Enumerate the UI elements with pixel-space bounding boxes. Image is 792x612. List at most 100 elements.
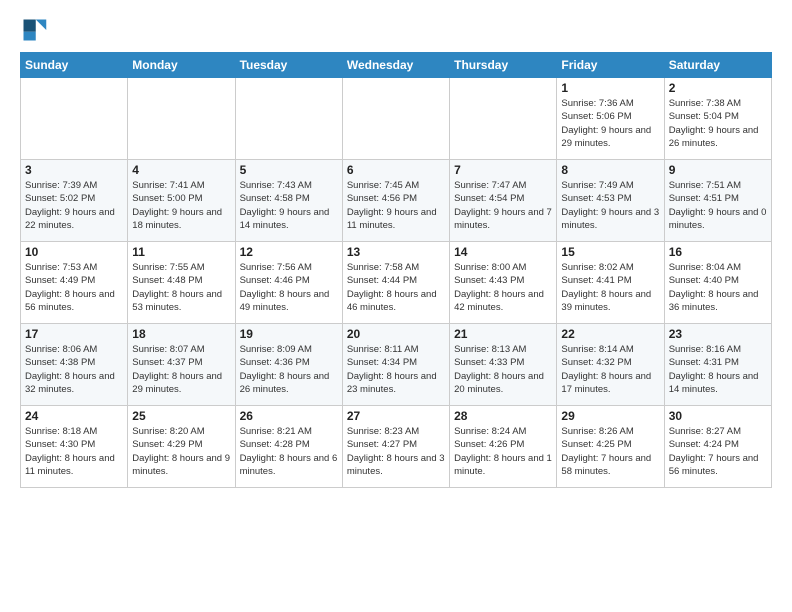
day-info: Sunrise: 8:06 AM Sunset: 4:38 PM Dayligh…: [25, 343, 123, 396]
day-info: Sunrise: 8:07 AM Sunset: 4:37 PM Dayligh…: [132, 343, 230, 396]
day-number: 25: [132, 409, 230, 423]
day-info: Sunrise: 7:55 AM Sunset: 4:48 PM Dayligh…: [132, 261, 230, 314]
day-number: 23: [669, 327, 767, 341]
calendar-week-row: 17Sunrise: 8:06 AM Sunset: 4:38 PM Dayli…: [21, 324, 772, 406]
day-info: Sunrise: 8:20 AM Sunset: 4:29 PM Dayligh…: [132, 425, 230, 478]
day-info: Sunrise: 8:00 AM Sunset: 4:43 PM Dayligh…: [454, 261, 552, 314]
day-info: Sunrise: 7:47 AM Sunset: 4:54 PM Dayligh…: [454, 179, 552, 232]
calendar-cell: 30Sunrise: 8:27 AM Sunset: 4:24 PM Dayli…: [664, 406, 771, 488]
calendar-week-row: 10 Sunrise: 7:53 AM Sunset: 4:49 PM Dayli…: [21, 242, 772, 324]
calendar-cell: 7 Sunrise: 7:47 AM Sunset: 4:54 PM Daylig…: [450, 160, 557, 242]
day-info: Sunrise: 7:58 AM Sunset: 4:44 PM Dayligh…: [347, 261, 445, 314]
calendar-week-row: 3 Sunrise: 7:39 AM Sunset: 5:02 PM Daylig…: [21, 160, 772, 242]
calendar-header-thursday: Thursday: [450, 53, 557, 78]
calendar-cell: 19 Sunrise: 8:09 AM Sunset: 4:36 PM Dayli…: [235, 324, 342, 406]
calendar-cell: 14 Sunrise: 8:00 AM Sunset: 4:43 PM Dayli…: [450, 242, 557, 324]
day-info: Sunrise: 8:16 AM Sunset: 4:31 PM Dayligh…: [669, 343, 767, 396]
calendar-cell: 27 Sunrise: 8:23 AM Sunset: 4:27 PM Dayli…: [342, 406, 449, 488]
calendar-header-wednesday: Wednesday: [342, 53, 449, 78]
calendar-cell: 28 Sunrise: 8:24 AM Sunset: 4:26 PM Dayli…: [450, 406, 557, 488]
day-number: 28: [454, 409, 552, 423]
day-number: 5: [240, 163, 338, 177]
day-info: Sunrise: 8:26 AM Sunset: 4:25 PM Dayligh…: [561, 425, 659, 478]
day-number: 26: [240, 409, 338, 423]
calendar-header-monday: Monday: [128, 53, 235, 78]
day-number: 12: [240, 245, 338, 259]
calendar-cell: 25 Sunrise: 8:20 AM Sunset: 4:29 PM Dayli…: [128, 406, 235, 488]
day-info: Sunrise: 7:43 AM Sunset: 4:58 PM Dayligh…: [240, 179, 338, 232]
day-number: 8: [561, 163, 659, 177]
day-info: Sunrise: 8:09 AM Sunset: 4:36 PM Dayligh…: [240, 343, 338, 396]
day-number: 11: [132, 245, 230, 259]
day-info: Sunrise: 8:21 AM Sunset: 4:28 PM Dayligh…: [240, 425, 338, 478]
calendar-week-row: 24 Sunrise: 8:18 AM Sunset: 4:30 PM Dayli…: [21, 406, 772, 488]
calendar-cell: 10 Sunrise: 7:53 AM Sunset: 4:49 PM Dayli…: [21, 242, 128, 324]
calendar-cell: 4 Sunrise: 7:41 AM Sunset: 5:00 PM Daylig…: [128, 160, 235, 242]
day-info: Sunrise: 7:51 AM Sunset: 4:51 PM Dayligh…: [669, 179, 767, 232]
logo: [20, 16, 52, 44]
day-number: 27: [347, 409, 445, 423]
day-number: 19: [240, 327, 338, 341]
calendar-cell: [235, 78, 342, 160]
day-info: Sunrise: 8:11 AM Sunset: 4:34 PM Dayligh…: [347, 343, 445, 396]
calendar-header-sunday: Sunday: [21, 53, 128, 78]
calendar-cell: [450, 78, 557, 160]
calendar-cell: 15 Sunrise: 8:02 AM Sunset: 4:41 PM Dayli…: [557, 242, 664, 324]
calendar-cell: 12 Sunrise: 7:56 AM Sunset: 4:46 PM Dayli…: [235, 242, 342, 324]
calendar-week-row: 1Sunrise: 7:36 AM Sunset: 5:06 PM Daylig…: [21, 78, 772, 160]
day-number: 4: [132, 163, 230, 177]
calendar-cell: [21, 78, 128, 160]
day-number: 22: [561, 327, 659, 341]
day-number: 1: [561, 81, 659, 95]
day-info: Sunrise: 7:39 AM Sunset: 5:02 PM Dayligh…: [25, 179, 123, 232]
day-number: 15: [561, 245, 659, 259]
calendar-cell: 2 Sunrise: 7:38 AM Sunset: 5:04 PM Daylig…: [664, 78, 771, 160]
day-info: Sunrise: 8:14 AM Sunset: 4:32 PM Dayligh…: [561, 343, 659, 396]
calendar-cell: 26 Sunrise: 8:21 AM Sunset: 4:28 PM Dayli…: [235, 406, 342, 488]
day-number: 2: [669, 81, 767, 95]
day-info: Sunrise: 8:04 AM Sunset: 4:40 PM Dayligh…: [669, 261, 767, 314]
day-number: 6: [347, 163, 445, 177]
calendar-table: SundayMondayTuesdayWednesdayThursdayFrid…: [20, 52, 772, 488]
day-number: 3: [25, 163, 123, 177]
calendar-cell: 22 Sunrise: 8:14 AM Sunset: 4:32 PM Dayli…: [557, 324, 664, 406]
calendar-cell: 1Sunrise: 7:36 AM Sunset: 5:06 PM Daylig…: [557, 78, 664, 160]
day-info: Sunrise: 7:56 AM Sunset: 4:46 PM Dayligh…: [240, 261, 338, 314]
calendar-cell: 9 Sunrise: 7:51 AM Sunset: 4:51 PM Daylig…: [664, 160, 771, 242]
day-number: 10: [25, 245, 123, 259]
day-number: 24: [25, 409, 123, 423]
header: [20, 16, 772, 44]
day-number: 18: [132, 327, 230, 341]
calendar-header-friday: Friday: [557, 53, 664, 78]
calendar-cell: [342, 78, 449, 160]
day-info: Sunrise: 8:24 AM Sunset: 4:26 PM Dayligh…: [454, 425, 552, 478]
calendar-cell: 11 Sunrise: 7:55 AM Sunset: 4:48 PM Dayli…: [128, 242, 235, 324]
page: SundayMondayTuesdayWednesdayThursdayFrid…: [0, 0, 792, 498]
day-info: Sunrise: 7:53 AM Sunset: 4:49 PM Dayligh…: [25, 261, 123, 314]
calendar-cell: 5 Sunrise: 7:43 AM Sunset: 4:58 PM Daylig…: [235, 160, 342, 242]
day-info: Sunrise: 8:23 AM Sunset: 4:27 PM Dayligh…: [347, 425, 445, 478]
calendar-cell: 23 Sunrise: 8:16 AM Sunset: 4:31 PM Dayli…: [664, 324, 771, 406]
day-info: Sunrise: 7:38 AM Sunset: 5:04 PM Dayligh…: [669, 97, 767, 150]
day-number: 14: [454, 245, 552, 259]
day-number: 16: [669, 245, 767, 259]
day-number: 9: [669, 163, 767, 177]
day-info: Sunrise: 8:02 AM Sunset: 4:41 PM Dayligh…: [561, 261, 659, 314]
calendar-cell: 8 Sunrise: 7:49 AM Sunset: 4:53 PM Daylig…: [557, 160, 664, 242]
day-info: Sunrise: 8:13 AM Sunset: 4:33 PM Dayligh…: [454, 343, 552, 396]
day-info: Sunrise: 7:49 AM Sunset: 4:53 PM Dayligh…: [561, 179, 659, 232]
day-number: 21: [454, 327, 552, 341]
calendar-cell: 24 Sunrise: 8:18 AM Sunset: 4:30 PM Dayli…: [21, 406, 128, 488]
calendar-header-saturday: Saturday: [664, 53, 771, 78]
calendar-cell: 20Sunrise: 8:11 AM Sunset: 4:34 PM Dayli…: [342, 324, 449, 406]
day-info: Sunrise: 7:45 AM Sunset: 4:56 PM Dayligh…: [347, 179, 445, 232]
day-number: 7: [454, 163, 552, 177]
day-info: Sunrise: 8:18 AM Sunset: 4:30 PM Dayligh…: [25, 425, 123, 478]
calendar-cell: 16 Sunrise: 8:04 AM Sunset: 4:40 PM Dayli…: [664, 242, 771, 324]
calendar-cell: 17Sunrise: 8:06 AM Sunset: 4:38 PM Dayli…: [21, 324, 128, 406]
day-number: 30: [669, 409, 767, 423]
day-info: Sunrise: 7:41 AM Sunset: 5:00 PM Dayligh…: [132, 179, 230, 232]
calendar-cell: 13Sunrise: 7:58 AM Sunset: 4:44 PM Dayli…: [342, 242, 449, 324]
calendar-cell: 18 Sunrise: 8:07 AM Sunset: 4:37 PM Dayli…: [128, 324, 235, 406]
calendar-cell: 29Sunrise: 8:26 AM Sunset: 4:25 PM Dayli…: [557, 406, 664, 488]
